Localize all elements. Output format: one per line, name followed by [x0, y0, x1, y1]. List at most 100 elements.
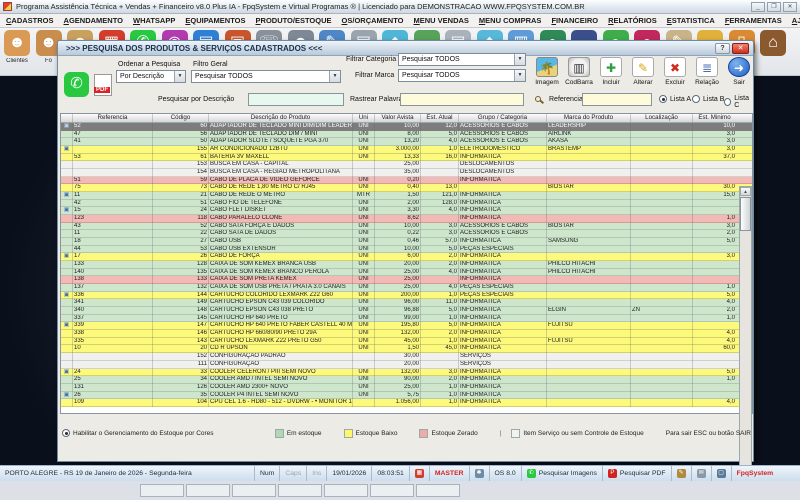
table-row[interactable]: 109104CPU CEL 1.6 - HD80 - 512 - DVDRW -… — [61, 399, 752, 407]
search-images-button[interactable]: ✆Pesquisar Imagens — [522, 466, 603, 481]
chevron-down-icon[interactable]: ▼ — [174, 71, 185, 82]
table-row[interactable]: 1122CABO SATA DE DADOSUNI0,223,0ACESSORI… — [61, 230, 752, 238]
table-row[interactable]: 123118CABO PARALELO CLONEUNI8,62INFORMAT… — [61, 215, 752, 223]
menu-item-whatsapp[interactable]: WHATSAPP — [133, 16, 175, 25]
column-header[interactable]: Código — [153, 114, 209, 122]
menu-item-agendamento[interactable]: AGENDAMENTO — [64, 16, 123, 25]
table-row[interactable]: 4756ADAPTADOR DE TECLADO DIM / MINIUNI8,… — [61, 131, 752, 139]
mail-icon[interactable]: ✉ — [692, 466, 712, 481]
column-header[interactable]: Descrição do Produto — [209, 114, 353, 122]
menu-item-menu-compras[interactable]: MENU COMPRAS — [479, 16, 542, 25]
column-header[interactable]: Est. Minimo — [693, 114, 736, 122]
toolbar-sair-sistema-button[interactable]: ⌂ — [758, 30, 788, 58]
table-row[interactable]: 138133CAIXA DE SOM PRETA KEMEXUNI25,00IN… — [61, 276, 752, 284]
table-row[interactable]: 335143CARTUCHO LEXMARK Z22 PRETO G50UNI4… — [61, 338, 752, 346]
table-row[interactable]: 4453CABO USB EXTENSORUNI10,005,0PEÇAS ES… — [61, 246, 752, 254]
desc-search-input[interactable] — [248, 93, 344, 106]
referencia-input[interactable] — [582, 93, 652, 106]
search-pdf-button[interactable]: PPesquisar PDF — [603, 466, 672, 481]
table-row[interactable]: 4352CABO SATA FORÇA E DADOSUNI10,003,0AC… — [61, 223, 752, 231]
column-header[interactable]: Localização — [631, 114, 693, 122]
whatsapp-icon[interactable]: ✆ — [64, 72, 89, 97]
table-row[interactable]: ▣2433COOLER CELERON / PIII SEMI NOVOUNI1… — [61, 369, 752, 377]
menu-item-estatistica[interactable]: ESTATISTICA — [667, 16, 715, 25]
menu-item-cadastros[interactable]: CADASTROS — [6, 16, 54, 25]
table-row[interactable]: 1827CABO USBUNI0,4657,0INFORMATICASAMSUN… — [61, 238, 752, 246]
table-row[interactable]: 5361BATERIA 3V MAXELLUNI13,3316,0INFORMA… — [61, 154, 752, 162]
chevron-down-icon[interactable]: ▼ — [514, 54, 525, 65]
lista-c-radio[interactable]: Lista C — [724, 95, 753, 109]
column-header[interactable]: Valor Avista — [375, 114, 421, 122]
table-row[interactable]: 341149CARTUCHO EPSON C43 039 COLORIDOUNI… — [61, 299, 752, 307]
chevron-down-icon[interactable]: ▼ — [329, 71, 340, 82]
table-row[interactable]: 137132CAIXA DE SOM USB PRETA / PRATA 3.0… — [61, 284, 752, 292]
table-row[interactable]: ▣155AR CONDICIONADO 12BTUUNI3.000,001,0E… — [61, 146, 752, 154]
pdf-icon[interactable]: PDF — [94, 74, 112, 96]
menu-item-equipamentos[interactable]: EQUIPAMENTOS — [185, 16, 245, 25]
lista-b-radio[interactable]: Lista B — [692, 95, 724, 103]
menu-item-menu-vendas[interactable]: MENU VENDAS — [413, 16, 468, 25]
table-row[interactable]: ▣1726CABO DE FORÇAUNI6,002,0INFORMATICA3… — [61, 253, 752, 261]
relacao-button[interactable]: ≣Relação — [692, 57, 722, 86]
column-header[interactable]: Grupo / Categoria — [459, 114, 547, 122]
categoria-combo[interactable]: Pesquisar TODOS▼ — [398, 53, 526, 66]
codbarra-button[interactable]: ▥CodBarra — [564, 57, 594, 86]
table-row[interactable]: ▣1121CABO DE REDE O METROMTR1,50121,0INF… — [61, 192, 752, 200]
table-row[interactable]: 338146CARTUCHO HP 660/80/90 PRETO 29AUNI… — [61, 330, 752, 338]
table-row[interactable]: 154BUSCA EM CASA - REGIAO METROPOLITANA3… — [61, 169, 752, 177]
menu-item-os-or-amento[interactable]: OS/ORÇAMENTO — [342, 16, 404, 25]
toolbar-clientes-button[interactable]: ☻Clientes — [2, 30, 32, 64]
menu-item-ferramentas[interactable]: FERRAMENTAS — [725, 16, 782, 25]
table-row[interactable]: 340148CARTUCHO EPSON C43 038 PRETOUNI96,… — [61, 307, 752, 315]
table-row[interactable]: 111CONFIGURAÇÃO20,00SERVIÇOS — [61, 361, 752, 369]
menu-item-financeiro[interactable]: FINANCEIRO — [551, 16, 598, 25]
stock-color-toggle[interactable]: Habilitar o Gerenciamento do Estoque por… — [62, 429, 275, 437]
menu-item-produto-estoque[interactable]: PRODUTO/ESTOQUE — [256, 16, 332, 25]
table-row[interactable]: 5159CABO DE PLACA DE VIDEO GEFORCEUNI0,2… — [61, 177, 752, 185]
table-row[interactable]: ▣2635COOLER P4 INTEL SEMI NOVOUNI5,751,0… — [61, 392, 752, 400]
table-row[interactable]: 337145CARTUCHO HP 640 PRETOUNI99,001,0IN… — [61, 315, 752, 323]
table-row[interactable]: 153BUSCA EM CASA - CAPITAL25,00DESLOCAME… — [61, 161, 752, 169]
column-header[interactable]: Uni — [353, 114, 375, 122]
table-row[interactable]: ▣339147CARTUCHO HP 640 PRETO FABER CASTE… — [61, 322, 752, 330]
vscroll-thumb[interactable] — [740, 197, 751, 231]
monitor-icon[interactable]: ▢ — [712, 466, 732, 481]
filtro-geral-combo[interactable]: Pesquisar TODOS▼ — [191, 70, 341, 83]
table-row[interactable]: 133128CAIXA DE SOM KEMEX BRANCA USBUNI20… — [61, 261, 752, 269]
maximize-button[interactable]: ❐ — [767, 2, 781, 12]
imagem-button[interactable]: 🌴Imagem — [532, 57, 562, 86]
column-header[interactable]: Est. Atual — [421, 114, 459, 122]
dialog-close-button[interactable]: ✕ — [732, 43, 749, 54]
marca-combo[interactable]: Pesquisar TODOS▼ — [398, 69, 526, 82]
column-header[interactable]: Marca do Produto — [547, 114, 631, 122]
ordenar-combo[interactable]: Por Descrição▼ — [116, 70, 186, 83]
toggle-radio-icon[interactable] — [62, 429, 70, 437]
excluir-button[interactable]: ✖Excluir — [660, 57, 690, 86]
table-row[interactable]: 7573CABO DE REDE 1,80 METRO C/ RJ45UNI0,… — [61, 184, 752, 192]
table-row[interactable]: ▣5260ADAPTADOR DE TECLADO MINI DIM/DIM L… — [61, 123, 752, 131]
table-row[interactable]: 1020CD R UPSONUNI1,5045,0INFORMATICA60,0 — [61, 345, 752, 353]
scroll-up-icon[interactable]: ▲ — [740, 187, 751, 196]
vertical-scrollbar[interactable]: ▲ ▼ — [739, 186, 752, 487]
table-row[interactable]: 152CONFIGURAÇAO PADRAO30,00SERVIÇOS — [61, 353, 752, 361]
table-row[interactable]: ▣1524CABO FLET DISKETUNI3,304,0INFORMATI… — [61, 207, 752, 215]
printer-icon[interactable]: ✎ — [672, 466, 692, 481]
column-header[interactable]: Referencia — [73, 114, 153, 122]
table-row[interactable]: 4251CABO FIO DE TELEFONEUNI2,00128,0INFO… — [61, 200, 752, 208]
sair-button[interactable]: ➜Sair — [724, 57, 754, 86]
alterar-button[interactable]: ✎Alterar — [628, 57, 658, 86]
menu-item-ajuda[interactable]: AJUDA — [792, 16, 800, 25]
dialog-help-button[interactable]: ? — [715, 43, 730, 54]
table-row[interactable]: 140135CAIXA DE SOM KEMEX BRANCO PÉROLAUN… — [61, 269, 752, 277]
chevron-down-icon[interactable]: ▼ — [514, 70, 525, 81]
table-row[interactable]: 4150ADAPTADOR SLOTE / SOQUETE PGA 370UNI… — [61, 138, 752, 146]
table-row[interactable]: 2534COOLER AMD / INTEL SEMI NOVOUNI90,00… — [61, 376, 752, 384]
table-row[interactable]: ▣336144CARTUCHO COLORIDO LEXMARK Z22 G60… — [61, 292, 752, 300]
close-button[interactable]: ✕ — [783, 2, 797, 12]
lista-a-radio[interactable]: Lista A — [659, 95, 691, 103]
rastrear-input[interactable] — [400, 93, 524, 106]
menu-item-relat-rios[interactable]: RELATÓRIOS — [608, 16, 657, 25]
incluir-button[interactable]: ✚Incluir — [596, 57, 626, 86]
table-row[interactable]: 131126COOLER AMD 2300+ NOVOUNI25,001,0IN… — [61, 384, 752, 392]
minimize-button[interactable]: _ — [751, 2, 765, 12]
